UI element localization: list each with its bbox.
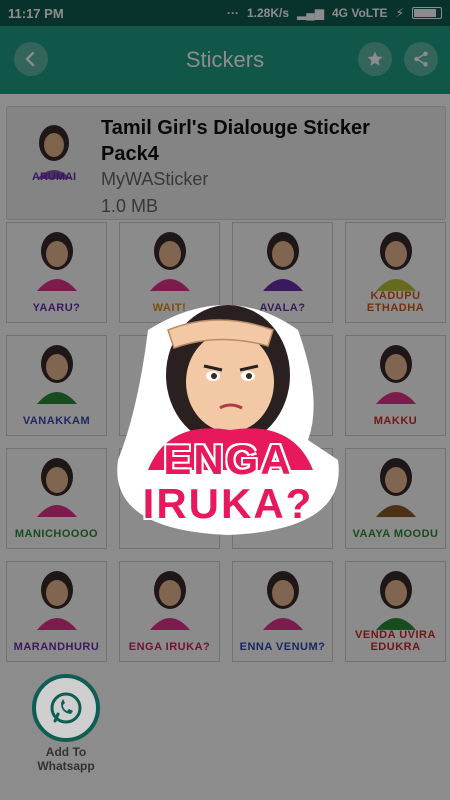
add-to-whatsapp-button[interactable] xyxy=(32,674,100,742)
add-to-whatsapp-label: Add To Whatsapp xyxy=(37,745,95,773)
preview-caption-line-1: ENGA xyxy=(163,436,293,483)
preview-caption-line-2: IRUKA? xyxy=(142,480,314,527)
preview-caption: ENGA IRUKA? xyxy=(108,438,348,526)
sticker-preview[interactable]: ENGA IRUKA? xyxy=(108,290,348,540)
whatsapp-icon xyxy=(50,692,82,724)
